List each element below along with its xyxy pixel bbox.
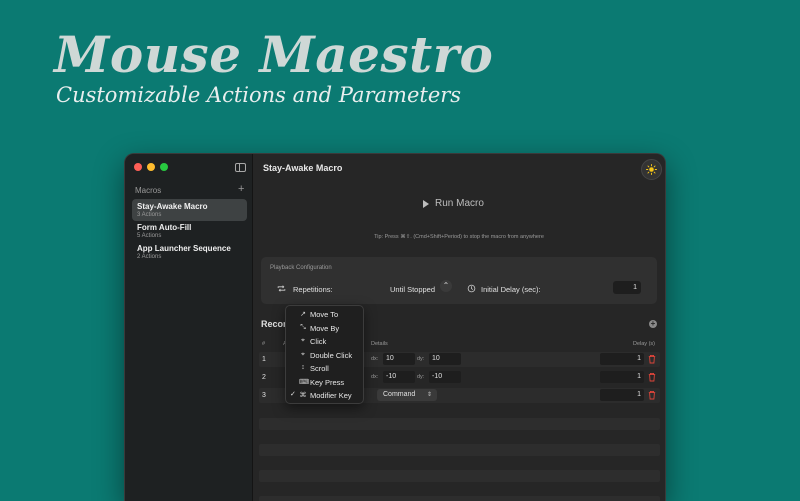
macro-action-count: 5 Actions — [137, 233, 162, 239]
dx-input[interactable]: 10 — [383, 353, 415, 365]
menu-item-label: Click — [310, 337, 327, 346]
menu-item-label: Move To — [310, 310, 339, 319]
column-header-details: Details — [371, 341, 388, 347]
app-window: Macros + Stay-Awake Macro 3 Actions Form… — [124, 153, 666, 501]
tip-text: Tip: Press ⌘⇧. (Cmd+Shift+Period) to sto… — [374, 234, 544, 240]
modifier-key-select[interactable]: Command ⇕ — [377, 389, 437, 401]
dx-label: dx: — [371, 374, 379, 380]
modifier-key-value: Command — [383, 391, 416, 398]
menu-item-label: Move By — [310, 323, 340, 333]
initial-delay-input[interactable]: 1 — [613, 281, 641, 294]
window-controls — [134, 163, 168, 171]
action-type-menu: ↗ Move To ⤡ Move By ⌖ Click ⌖ Double Cli… — [285, 305, 364, 404]
empty-row — [259, 496, 660, 501]
sidebar-item-form-auto-fill[interactable]: Form Auto-Fill 5 Actions — [132, 220, 247, 242]
panel-title: Playback Configuration — [270, 265, 332, 271]
dy-input[interactable]: -10 — [429, 371, 461, 383]
add-macro-button[interactable]: + — [238, 183, 244, 195]
playback-config-panel: Playback Configuration Repetitions: Unti… — [261, 257, 657, 304]
repetitions-stepper[interactable]: ⌃ — [440, 280, 452, 292]
chevron-updown-icon: ⇕ — [426, 392, 432, 398]
move-by-icon: ⤡ — [300, 323, 306, 331]
initial-delay-label: Initial Delay (sec): — [481, 285, 541, 294]
macro-name: Stay-Awake Macro — [137, 202, 208, 211]
add-action-button[interactable]: + — [649, 320, 657, 328]
menu-item-modifier-key[interactable]: ✓ ⌘ Modifier Key — [286, 389, 363, 402]
macros-section-label: Macros — [135, 186, 162, 195]
sidebar: Macros + Stay-Awake Macro 3 Actions Form… — [125, 154, 253, 501]
row-number: 2 — [262, 374, 266, 381]
theme-toggle-button[interactable] — [641, 159, 662, 180]
menu-item-label: Scroll — [310, 364, 329, 373]
repetitions-value[interactable]: Until Stopped — [390, 285, 435, 294]
play-icon — [423, 199, 429, 208]
empty-row — [259, 470, 660, 482]
trash-icon[interactable] — [648, 354, 656, 364]
delay-input[interactable]: 1 — [600, 371, 644, 383]
menu-item-label: Double Click — [310, 350, 353, 360]
run-macro-button[interactable]: Run Macro — [423, 198, 484, 209]
close-window-button[interactable] — [134, 163, 142, 171]
repeat-icon — [277, 285, 286, 292]
row-number: 1 — [262, 356, 266, 363]
menu-item-label: Modifier Key — [310, 391, 352, 400]
menu-item-double-click[interactable]: ⌖ Double Click — [286, 349, 363, 362]
trash-icon[interactable] — [648, 390, 656, 400]
hero-subtitle: Customizable Actions and Parameters — [56, 83, 462, 107]
row-number: 3 — [262, 392, 266, 399]
macro-action-count: 2 Actions — [137, 254, 162, 260]
sun-icon — [646, 164, 657, 175]
sidebar-item-stay-awake[interactable]: Stay-Awake Macro 3 Actions — [132, 199, 247, 221]
command-key-icon: ⌘ — [299, 392, 307, 399]
empty-row — [259, 444, 660, 456]
menu-item-scroll[interactable]: ↕ Scroll — [286, 362, 363, 375]
trash-icon[interactable] — [648, 372, 656, 382]
dy-label: dy: — [417, 356, 425, 362]
minimize-window-button[interactable] — [147, 163, 155, 171]
run-macro-label: Run Macro — [435, 198, 484, 209]
macro-action-count: 3 Actions — [137, 212, 162, 218]
column-header-delay: Delay (s) — [633, 341, 656, 347]
dy-input[interactable]: 10 — [429, 353, 461, 365]
delay-input[interactable]: 1 — [600, 389, 644, 401]
menu-item-key-press[interactable]: ⌨ Key Press — [286, 376, 363, 389]
menu-item-move-by[interactable]: ⤡ Move By — [286, 322, 363, 335]
click-icon: ⌖ — [301, 337, 305, 344]
page-title: Stay-Awake Macro — [263, 163, 343, 173]
delay-input[interactable]: 1 — [600, 353, 644, 365]
arrow-up-right-icon: ↗ — [300, 311, 306, 318]
zoom-window-button[interactable] — [160, 163, 168, 171]
macro-name: App Launcher Sequence — [137, 244, 231, 253]
menu-item-label: Key Press — [310, 377, 345, 387]
sidebar-toggle-icon[interactable] — [235, 163, 246, 172]
recorded-actions-title: Recor — [261, 319, 287, 329]
double-click-icon: ⌖ — [301, 350, 305, 358]
dx-input[interactable]: -10 — [383, 371, 415, 383]
checkmark-icon: ✓ — [290, 391, 296, 398]
repetitions-label: Repetitions: — [293, 285, 333, 294]
dy-label: dy: — [417, 374, 425, 380]
timer-icon — [467, 284, 476, 293]
macro-name: Form Auto-Fill — [137, 223, 192, 232]
empty-row — [259, 418, 660, 430]
column-header-number: # — [262, 341, 266, 347]
hero-title: Mouse Maestro — [54, 25, 494, 84]
scroll-icon: ↕ — [301, 364, 305, 371]
menu-item-click[interactable]: ⌖ Click — [286, 335, 363, 348]
sidebar-item-app-launcher[interactable]: App Launcher Sequence 2 Actions — [132, 241, 247, 263]
keyboard-icon: ⌨ — [299, 378, 310, 386]
dx-label: dx: — [371, 356, 379, 362]
menu-item-move-to[interactable]: ↗ Move To — [286, 308, 363, 321]
